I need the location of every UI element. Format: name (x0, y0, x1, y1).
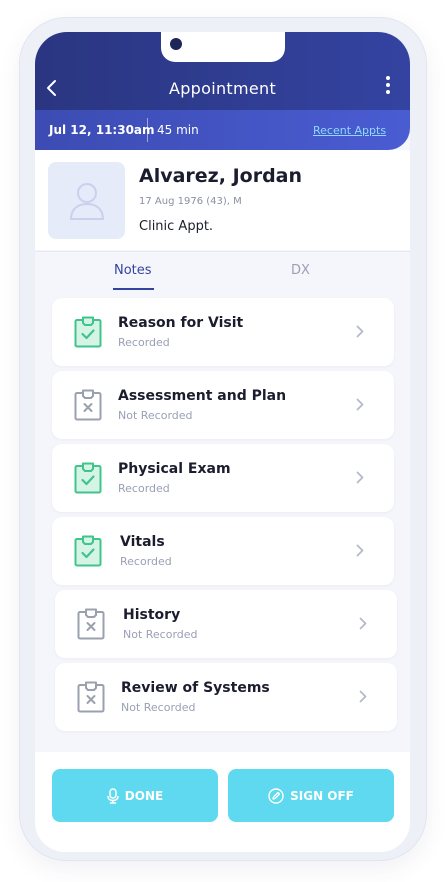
clipboard-x-icon (74, 389, 102, 421)
user-placeholder-icon (69, 183, 105, 220)
active-tab-indicator (113, 288, 154, 290)
note-card-vitals[interactable]: Vitals Recorded (52, 517, 394, 585)
chevron-right-icon (356, 544, 364, 557)
action-footer: DONE SIGN OFF (35, 752, 410, 852)
done-label: DONE (124, 789, 164, 803)
note-card-review-of-systems[interactable]: Review of Systems Not Recorded (55, 663, 397, 731)
page-title: Appointment (168, 79, 277, 98)
patient-dob: 17 Aug 1976 (43), M (139, 196, 242, 207)
note-title: Physical Exam (118, 461, 231, 477)
note-status: Recorded (120, 555, 172, 568)
note-card-history[interactable]: History Not Recorded (55, 590, 397, 658)
clipboard-check-icon (74, 462, 102, 494)
note-title: History (123, 607, 181, 623)
clipboard-check-icon (74, 316, 102, 348)
camera-dot (170, 38, 182, 50)
note-card-reason-for-visit[interactable]: Reason for Visit Recorded (52, 298, 394, 366)
note-status: Recorded (118, 482, 170, 495)
device-notch (161, 32, 285, 62)
chevron-right-icon (359, 690, 367, 703)
avatar (48, 162, 125, 239)
sign-off-label: SIGN OFF (290, 789, 354, 803)
appointment-datetime: Jul 12, 11:30am (49, 123, 155, 137)
chevron-right-icon (359, 617, 367, 630)
appointment-info-bar: Jul 12, 11:30am 45 min Recent Appts (35, 110, 410, 150)
recent-appts-link[interactable]: Recent Appts (313, 124, 386, 137)
patient-name: Alvarez, Jordan (139, 165, 303, 187)
chevron-right-icon (356, 325, 364, 338)
app-screen: Appointment Jul 12, 11:30am 45 min Recen… (35, 32, 410, 852)
microphone-icon (107, 788, 119, 804)
note-status: Recorded (118, 336, 170, 349)
note-status: Not Recorded (123, 628, 198, 641)
chevron-right-icon (356, 398, 364, 411)
clipboard-x-icon (77, 608, 105, 640)
tab-notes[interactable]: Notes (114, 263, 152, 278)
done-button[interactable]: DONE (52, 769, 218, 822)
patient-header: Alvarez, Jordan 17 Aug 1976 (43), M Clin… (35, 150, 410, 250)
tab-dx[interactable]: DX (291, 263, 310, 278)
note-title: Vitals (120, 534, 165, 550)
clipboard-x-icon (77, 681, 105, 713)
chevron-right-icon (356, 471, 364, 484)
edit-pen-icon (268, 788, 284, 804)
note-status: Not Recorded (118, 409, 193, 422)
clipboard-check-icon (74, 535, 102, 567)
note-title: Review of Systems (121, 680, 270, 696)
note-title: Reason for Visit (118, 315, 244, 331)
note-title: Assessment and Plan (118, 388, 287, 404)
appointment-type: Clinic Appt. (139, 219, 214, 234)
appointment-duration: 45 min (157, 123, 199, 137)
app-header: Appointment (35, 32, 410, 110)
note-status: Not Recorded (121, 701, 196, 714)
more-vertical-icon (386, 76, 390, 80)
note-card-physical-exam[interactable]: Physical Exam Recorded (52, 444, 394, 512)
more-options-button[interactable] (382, 76, 394, 100)
tab-bar: Notes DX (35, 251, 410, 292)
note-card-assessment-and-plan[interactable]: Assessment and Plan Not Recorded (52, 371, 394, 439)
sign-off-button[interactable]: SIGN OFF (228, 769, 394, 822)
divider (147, 118, 148, 142)
